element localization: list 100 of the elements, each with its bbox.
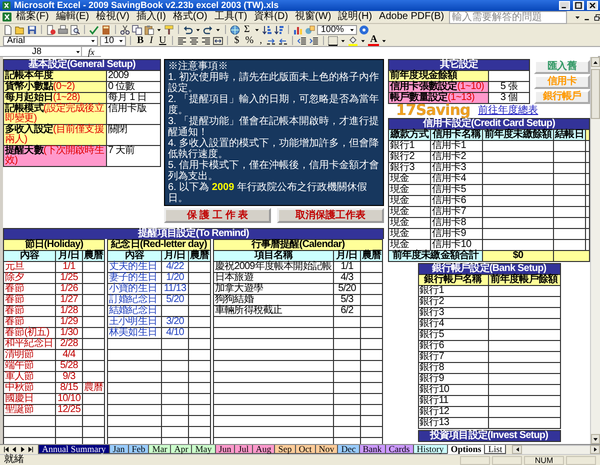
- sheet-tab[interactable]: May: [191, 445, 216, 454]
- italic-button[interactable]: I: [148, 36, 156, 46]
- sheet-tab[interactable]: Jan: [108, 445, 129, 454]
- protect-sheet-button[interactable]: 保 護 工 作 表: [164, 208, 271, 223]
- vertical-scrollbar[interactable]: [590, 57, 600, 444]
- increase-decimal-icon[interactable]: [266, 36, 276, 46]
- sheet-tab[interactable]: Sep: [274, 445, 296, 454]
- setting-value: 關閉: [107, 125, 161, 146]
- previous-sheet-icon[interactable]: [11, 446, 18, 453]
- spelling-check-icon[interactable]: [89, 24, 99, 34]
- sheet-tab[interactable]: Jul: [234, 445, 253, 454]
- sheet-tab[interactable]: Jun: [214, 445, 236, 454]
- sheet-tab[interactable]: Nov: [314, 445, 338, 454]
- brush-icon[interactable]: [164, 24, 174, 34]
- column-header: 月/日: [56, 251, 83, 262]
- sheet-tab[interactable]: Annual Summary: [38, 445, 110, 454]
- last-sheet-icon[interactable]: [27, 446, 34, 453]
- table-cell: 銀行8: [418, 363, 488, 374]
- print-preview-icon[interactable]: [70, 24, 80, 34]
- caret-icon[interactable]: [574, 14, 582, 20]
- scissors-icon[interactable]: [120, 24, 130, 34]
- restore-icon[interactable]: [594, 14, 600, 20]
- sheet-tab[interactable]: History: [412, 445, 448, 454]
- autosum-button[interactable]: Σ: [242, 24, 252, 34]
- empty-cell: [483, 229, 554, 240]
- empty-cell: [83, 350, 105, 361]
- merge-center-icon[interactable]: [213, 36, 224, 46]
- annual-summary-link[interactable]: 前往年度總表: [478, 104, 538, 116]
- empty-cell: [483, 218, 554, 229]
- sheet-tab[interactable]: Mar: [148, 445, 172, 454]
- menu-item[interactable]: 檔案(F): [13, 11, 52, 23]
- menu-item[interactable]: 說明(H): [335, 11, 376, 23]
- book-icon[interactable]: [101, 24, 111, 34]
- bold-button[interactable]: B: [135, 36, 146, 46]
- sort-ascending-icon[interactable]: [262, 24, 272, 34]
- print-icon[interactable]: [58, 24, 68, 34]
- table-cell: 國慶日: [4, 394, 56, 405]
- chart-icon[interactable]: [292, 24, 303, 34]
- comma-button[interactable]: ,: [258, 36, 264, 46]
- scrollbar-thumb[interactable]: [591, 69, 600, 119]
- sheet-tab[interactable]: Oct: [294, 445, 316, 454]
- align-right-icon[interactable]: [201, 36, 212, 46]
- empty-cell: [361, 306, 383, 317]
- align-left-icon[interactable]: [177, 36, 188, 46]
- minimize-button[interactable]: [559, 1, 570, 10]
- sheet-tab[interactable]: Bank: [358, 445, 386, 454]
- menu-item[interactable]: 資料(D): [251, 11, 292, 23]
- menu-item[interactable]: 格式(O): [170, 11, 210, 23]
- empty-cell: [83, 405, 105, 416]
- sheet-tab[interactable]: Aug: [252, 445, 276, 454]
- percent-button[interactable]: %: [243, 36, 256, 46]
- globe-icon[interactable]: [230, 24, 240, 34]
- menu-item[interactable]: 視窗(W): [292, 11, 334, 23]
- menu-item[interactable]: 插入(I): [133, 11, 169, 23]
- protect-sheet-button[interactable]: 取消保護工作表: [277, 208, 384, 223]
- empty-cell: [361, 427, 383, 438]
- increase-indent-icon[interactable]: [309, 36, 320, 46]
- horizontal-scrollbar[interactable]: [512, 445, 600, 454]
- decrease-decimal-icon[interactable]: [278, 36, 288, 46]
- close-button[interactable]: [587, 1, 598, 10]
- scroll-right-icon[interactable]: [592, 446, 598, 453]
- table-cell: 1/1: [56, 262, 83, 273]
- align-center-icon[interactable]: [189, 36, 200, 46]
- menu-item[interactable]: 檢視(V): [93, 11, 132, 23]
- sheet-tab[interactable]: Dec: [337, 445, 360, 454]
- copy-icon[interactable]: [132, 24, 142, 34]
- permission-icon[interactable]: [46, 24, 56, 34]
- help-icon[interactable]: [358, 24, 369, 34]
- table-cell: 4/10: [162, 328, 189, 339]
- font-size-field[interactable]: 10: [100, 36, 126, 46]
- spreadsheet-logo-icon[interactable]: [2, 12, 12, 22]
- menu-item[interactable]: 編輯(E): [52, 11, 92, 23]
- next-sheet-icon[interactable]: [19, 446, 26, 453]
- table-cell: 信用卡4: [431, 174, 483, 185]
- close-icon[interactable]: [589, 2, 596, 9]
- maximize-icon[interactable]: [575, 2, 582, 9]
- sheet-tab[interactable]: List: [484, 445, 506, 454]
- save-icon[interactable]: [27, 24, 37, 34]
- menu-item[interactable]: Adobe PDF(B): [376, 11, 448, 23]
- underline-button[interactable]: U: [157, 36, 168, 46]
- sheet-tab[interactable]: Feb: [128, 445, 150, 454]
- empty-cell: [83, 416, 105, 427]
- sheet-tab[interactable]: Cards: [384, 445, 414, 454]
- first-sheet-icon[interactable]: [3, 446, 10, 453]
- sort-descending-icon[interactable]: [274, 24, 284, 34]
- help-search-field[interactable]: 輸入需要解答的問題: [449, 10, 568, 24]
- maximize-button[interactable]: [573, 1, 584, 10]
- scroll-left-icon[interactable]: [514, 446, 521, 453]
- currency-button[interactable]: $: [232, 36, 242, 46]
- decrease-indent-icon[interactable]: [297, 36, 308, 46]
- menu-item[interactable]: 工具(T): [211, 11, 250, 23]
- borders-icon[interactable]: [328, 36, 338, 46]
- redo-icon[interactable]: [203, 24, 213, 34]
- fill-color-icon[interactable]: [348, 36, 358, 46]
- zoom-field[interactable]: 100%: [316, 24, 357, 34]
- undo-icon[interactable]: [183, 24, 193, 34]
- sheet-tab[interactable]: Apr: [170, 445, 192, 454]
- function-label[interactable]: fx: [86, 46, 96, 56]
- column-header: 前年度帳戶餘額: [488, 275, 560, 286]
- clipboard-icon[interactable]: [144, 24, 154, 34]
